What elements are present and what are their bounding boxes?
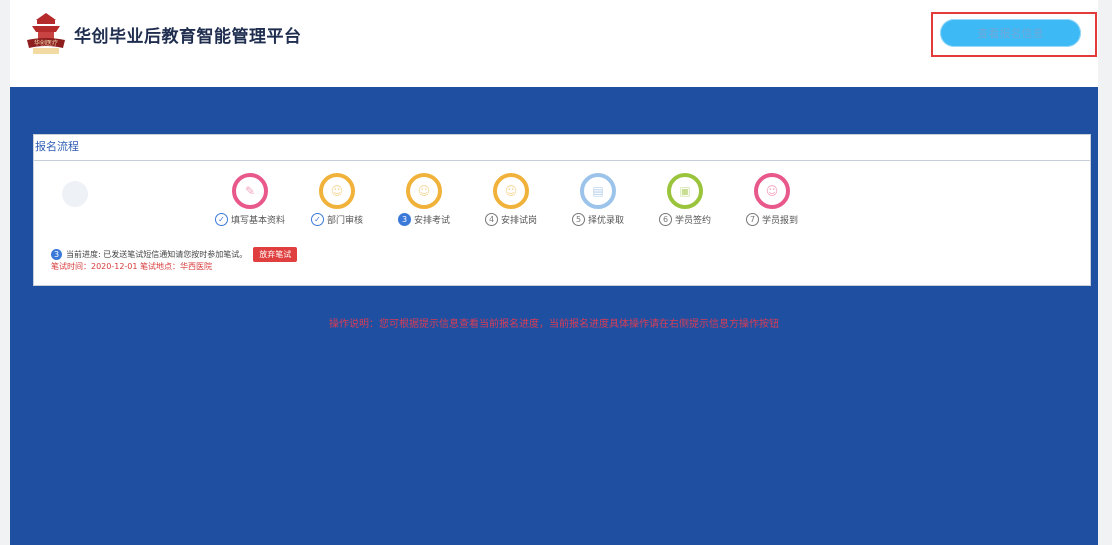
step-3[interactable]: ☺ 3 安排考试 xyxy=(379,173,469,226)
view-registration-button[interactable]: 查看报名信息 xyxy=(940,19,1081,47)
step-4[interactable]: ☺ 4 安排试岗 xyxy=(466,173,556,226)
progress-status: 3 当前进度: 已发送笔试短信通知请您按时参加笔试。 放弃笔试 xyxy=(51,247,298,262)
step-number: 4 xyxy=(484,213,498,226)
exam-info: 笔试时间：2020-12-01 笔试地点：华西医院 xyxy=(51,262,213,271)
operation-note: 操作说明：您可根据提示信息查看当前报名进度，当前报名进度具体操作请在右侧提示信息… xyxy=(329,319,779,330)
site-title: 华创毕业后教育智能管理平台 xyxy=(74,27,302,47)
user-icon: ☺ xyxy=(493,173,529,209)
step-5[interactable]: ▤ 5 择优录取 xyxy=(553,173,643,226)
step-number: 7 xyxy=(745,213,759,226)
person-icon: ☺ xyxy=(754,173,790,209)
step-2[interactable]: ☺ ✓ 部门审核 xyxy=(292,173,382,226)
step-label: 择优录取 xyxy=(587,216,624,226)
placeholder-circle xyxy=(62,181,88,207)
divider xyxy=(34,160,1090,161)
step-1[interactable]: ✎ ✓ 填写基本资料 xyxy=(205,173,295,226)
edit-icon: ✎ xyxy=(232,173,268,209)
step-number: 3 xyxy=(397,213,411,226)
check-icon: ✓ xyxy=(310,213,324,226)
logo-label: 华创医疗 xyxy=(34,39,58,47)
step-label: 填写基本资料 xyxy=(230,216,285,226)
progress-step-badge: 3 xyxy=(51,249,62,260)
step-7[interactable]: ☺ 7 学员报到 xyxy=(727,173,817,226)
progress-text: 当前进度: 已发送笔试短信通知请您按时参加笔试。 xyxy=(66,250,248,259)
contract-icon: ▣ xyxy=(667,173,703,209)
step-label: 安排试岗 xyxy=(500,216,537,226)
check-icon: ✓ xyxy=(214,213,228,226)
panel-title: 报名流程 xyxy=(35,140,79,153)
step-label: 安排考试 xyxy=(413,216,450,226)
header: 华创医疗 华创毕业后教育智能管理平台 查看报名信息 xyxy=(10,0,1098,87)
main-area: 报名流程 ✎ ✓ 填写基本资料 ☺ ✓ 部门审核 ☺ 3 安排考试 ☺ 4 安排试岗 ▤… xyxy=(10,87,1098,545)
step-label: 部门审核 xyxy=(326,216,363,226)
user-icon: ☺ xyxy=(406,173,442,209)
document-icon: ▤ xyxy=(580,173,616,209)
logo: 华创医疗 xyxy=(23,10,69,60)
registration-process-panel: 报名流程 ✎ ✓ 填写基本资料 ☺ ✓ 部门审核 ☺ 3 安排考试 ☺ 4 安排试岗 ▤… xyxy=(33,134,1091,286)
step-label: 学员报到 xyxy=(761,216,798,226)
step-number: 5 xyxy=(571,213,585,226)
user-check-icon: ☺ xyxy=(319,173,355,209)
step-6[interactable]: ▣ 6 学员签约 xyxy=(640,173,730,226)
step-number: 6 xyxy=(658,213,672,226)
step-label: 学员签约 xyxy=(674,216,711,226)
abandon-exam-button[interactable]: 放弃笔试 xyxy=(253,247,298,262)
